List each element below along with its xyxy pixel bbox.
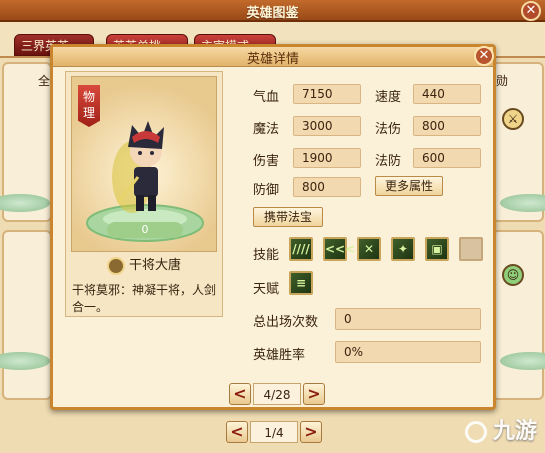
hero-name-row: 干将大唐	[71, 255, 217, 277]
hero-pager: < 4/28 >	[229, 383, 325, 405]
close-icon[interactable]: ✕	[521, 1, 541, 21]
stat-value-magic-damage: 800	[413, 116, 481, 136]
stat-value-defense: 800	[293, 177, 361, 197]
hero-card[interactable]	[492, 230, 545, 400]
codex-pager: < 1/4 >	[226, 421, 322, 443]
close-icon[interactable]: ✕	[474, 46, 494, 66]
talent-book-icon[interactable]: ≡	[289, 271, 313, 295]
stat-label-damage: 伤害	[253, 154, 280, 169]
hero-panel: 物理 0 干将大唐 干将莫邪：神凝干将，人剑合一。	[65, 71, 223, 317]
hero-page-indicator: 4/28	[253, 383, 301, 405]
person-badge-icon: ☺	[502, 264, 524, 286]
hero-level: 0	[107, 222, 183, 238]
window-title: 英雄图鉴	[246, 6, 299, 21]
stat-label-hp: 气血	[253, 90, 280, 105]
platform-icon	[500, 194, 545, 212]
stat-label-mp: 魔法	[253, 122, 280, 137]
skills-label: 技能	[253, 248, 280, 263]
hero-card[interactable]	[0, 230, 52, 400]
next-hero-button[interactable]: >	[303, 383, 325, 405]
hero-portrait: 物理 0	[71, 76, 217, 252]
platform-icon	[0, 352, 50, 370]
claw-skill-icon[interactable]: ////	[289, 237, 313, 261]
page-indicator: 1/4	[250, 421, 298, 443]
empty-skill-slot-icon	[459, 237, 483, 261]
sort-label[interactable]: 勋	[496, 72, 508, 89]
stat-value-mp: 3000	[293, 116, 361, 136]
platform-icon	[500, 352, 545, 370]
watermark-text: 九游	[492, 419, 537, 444]
hero-detail-dialog: 英雄详情 ✕ 物理 0 干将大唐 干将莫邪：神凝干将，人剑合一。 气血 7150…	[50, 44, 496, 410]
prev-page-button[interactable]: <	[226, 421, 248, 443]
sect-emblem-icon	[106, 256, 125, 275]
stat-value-magic-defense: 600	[413, 148, 481, 168]
platform-icon	[0, 194, 50, 212]
prev-hero-button[interactable]: <	[229, 383, 251, 405]
appearances-label: 总出场次数	[253, 315, 319, 330]
claw-badge-icon: ⚔	[502, 108, 524, 130]
filter-label-all[interactable]: 全	[38, 72, 50, 89]
stat-label-defense: 防御	[253, 183, 280, 198]
dialog-title-bar: 英雄详情	[53, 47, 493, 67]
watermark-icon	[464, 421, 487, 443]
watermark-logo: 九游	[464, 413, 537, 445]
stat-value-damage: 1900	[293, 148, 361, 168]
dialog-title: 英雄详情	[246, 52, 299, 67]
hero-name: 干将大唐	[128, 258, 181, 273]
arrows-skill-icon[interactable]: <<<	[323, 237, 355, 261]
damage-type-badge: 物理	[78, 85, 100, 127]
stat-value-hp: 7150	[293, 84, 361, 104]
stat-value-speed: 440	[413, 84, 481, 104]
crossed-swords-skill-icon[interactable]: ✕	[357, 237, 381, 261]
carry-treasure-button[interactable]: 携带法宝	[253, 207, 323, 227]
win-rate-value: 0%	[335, 341, 481, 363]
more-attributes-button[interactable]: 更多属性	[375, 176, 443, 196]
hero-description: 干将莫邪：神凝干将，人剑合一。	[72, 283, 217, 314]
scroll-skill-icon[interactable]: ▣	[425, 237, 449, 261]
next-page-button[interactable]: >	[300, 421, 322, 443]
appearances-value: 0	[335, 308, 481, 330]
stat-label-magic-defense: 法防	[375, 154, 402, 169]
beast-skill-icon[interactable]: ✦	[391, 237, 415, 261]
title-bar: 英雄图鉴 ✕	[0, 0, 545, 22]
talent-label: 天赋	[253, 282, 280, 297]
stat-label-magic-damage: 法伤	[375, 122, 402, 137]
win-rate-label: 英雄胜率	[253, 348, 306, 363]
stat-label-speed: 速度	[375, 90, 402, 105]
